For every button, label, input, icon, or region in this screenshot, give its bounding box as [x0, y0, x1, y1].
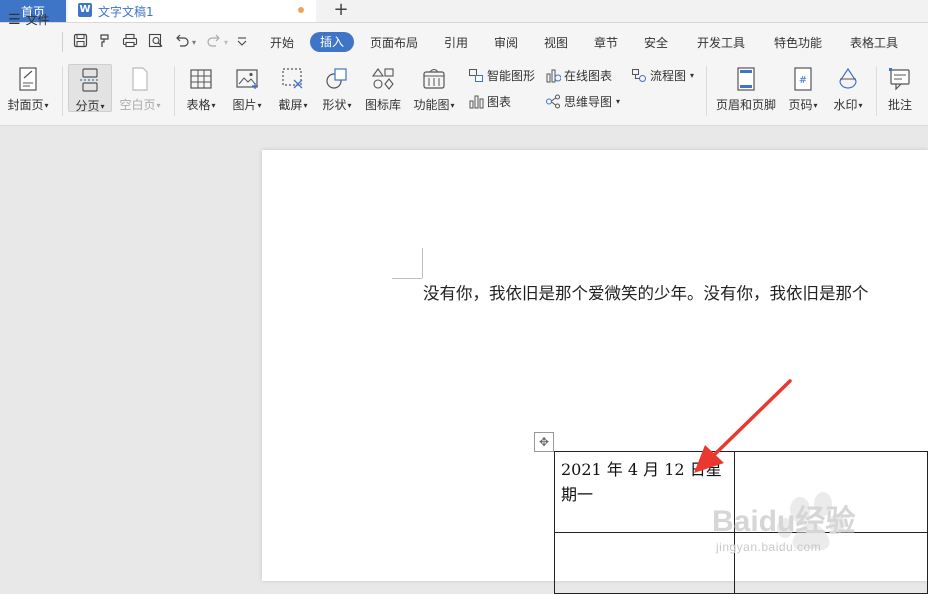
menu-tab-references[interactable]: 引用 [444, 34, 468, 51]
ribbon-separator [62, 66, 63, 116]
writer-doc-icon: W [78, 3, 92, 17]
blank-page-button[interactable]: 空白页▾ [116, 64, 164, 120]
file-menu-label: 文件 [25, 13, 50, 27]
header-footer-label: 页眉和页脚 [715, 98, 776, 112]
icon-library-button[interactable]: 图标库 [362, 64, 404, 120]
divider [62, 32, 63, 52]
header-footer-button[interactable]: 页眉和页脚 [714, 64, 778, 120]
menu-tab-page-layout[interactable]: 页面布局 [370, 34, 418, 51]
menu-tab-security[interactable]: 安全 [644, 34, 668, 51]
page-number-button[interactable]: # 页码▾ [784, 64, 822, 120]
redo-icon[interactable] [206, 33, 222, 49]
screenshot-button[interactable]: 截屏▾ [274, 64, 312, 120]
smartart-icon [469, 69, 483, 82]
table-cell[interactable] [553, 532, 736, 594]
picture-button[interactable]: 图片▾ [228, 64, 266, 120]
icon-library-label: 图标库 [364, 98, 401, 112]
page-number-icon: # [794, 67, 812, 91]
page-number-label: 页码 [788, 98, 813, 112]
menu-tab-chapter[interactable]: 章节 [594, 34, 618, 51]
watermark-brand: Baidu经验 [712, 505, 856, 538]
file-menu-button[interactable]: ☰ 文件 [8, 11, 50, 28]
comment-label: 批注 [887, 98, 912, 112]
blank-page-icon [132, 67, 148, 91]
undo-icon[interactable] [174, 33, 190, 49]
customize-toolbar-icon[interactable] [234, 33, 250, 49]
annotation-arrow [694, 379, 792, 473]
undo-dropdown-icon[interactable]: ▾ [192, 38, 196, 47]
screenshot-label: 截屏 [278, 98, 303, 112]
shape-button[interactable]: 形状▾ [318, 64, 356, 120]
function-chart-icon [423, 69, 445, 89]
flowchart-button[interactable]: 流程图 ▾ [631, 67, 694, 84]
ribbon-separator [876, 66, 877, 116]
menu-tab-insert[interactable]: 插入 [310, 32, 354, 52]
menu-tab-developer[interactable]: 开发工具 [697, 34, 745, 51]
table-label: 表格 [186, 98, 211, 112]
icon-library-icon [371, 68, 394, 90]
page-break-button[interactable]: 分页▾ [68, 64, 112, 113]
comment-icon [889, 68, 910, 91]
chart-label: 图表 [487, 95, 512, 109]
format-painter-icon[interactable] [96, 33, 112, 49]
function-chart-label: 功能图 [413, 98, 450, 112]
smartart-button[interactable]: 智能图形 [468, 67, 535, 84]
table-button[interactable]: 表格▾ [182, 64, 220, 120]
picture-label: 图片 [232, 98, 257, 112]
page-break-label: 分页 [75, 99, 100, 113]
online-chart-icon [546, 69, 561, 83]
flowchart-label: 流程图 [650, 69, 687, 83]
chart-button[interactable]: 图表 [468, 93, 511, 110]
watermark-button[interactable]: 水印▾ [829, 64, 867, 120]
redo-dropdown-icon[interactable]: ▾ [224, 38, 228, 47]
function-chart-button[interactable]: 功能图▾ [410, 64, 458, 120]
unsaved-dot-icon [298, 7, 304, 13]
online-chart-label: 在线图表 [564, 69, 613, 83]
svg-text:#: # [799, 75, 807, 86]
menu-tab-view[interactable]: 视图 [544, 34, 568, 51]
margin-mark [392, 278, 422, 279]
cover-page-button[interactable]: 封面页▾ [4, 64, 52, 120]
tab-document[interactable]: W 文字文稿1 [68, 0, 316, 22]
online-chart-button[interactable]: 在线图表 [545, 67, 612, 84]
document-tab-title: 文字文稿1 [98, 5, 154, 19]
comment-button[interactable]: 批注 [884, 64, 916, 120]
margin-mark [422, 248, 423, 278]
screenshot-icon [282, 68, 303, 89]
mindmap-button[interactable]: 思维导图 ▾ [545, 93, 620, 110]
watermark-icon [839, 67, 857, 89]
watermark-url: jingyan.baidu.com [716, 540, 822, 554]
print-icon[interactable] [122, 33, 138, 49]
blank-page-label: 空白页 [119, 98, 156, 112]
page-break-icon [80, 68, 100, 92]
header-footer-icon [737, 67, 755, 91]
table-icon [190, 69, 212, 89]
ribbon-separator [174, 66, 175, 116]
print-preview-icon[interactable] [148, 33, 164, 49]
menu-tab-special[interactable]: 特色功能 [774, 34, 822, 51]
body-paragraph[interactable]: 没有你，我依旧是那个爱微笑的少年。没有你，我依旧是那个 [423, 280, 869, 304]
mindmap-icon [546, 94, 560, 109]
table-move-handle-icon[interactable]: ✥ [534, 432, 554, 452]
watermark-label: 水印 [833, 98, 858, 112]
chart-icon [469, 95, 484, 109]
cover-page-label: 封面页 [7, 98, 44, 112]
mindmap-label: 思维导图 [564, 95, 613, 109]
hamburger-icon: ☰ [8, 11, 21, 28]
menu-tab-review[interactable]: 审阅 [494, 34, 518, 51]
flowchart-icon [632, 69, 646, 82]
menu-tab-table-tools[interactable]: 表格工具 [850, 34, 898, 51]
menu-tab-start[interactable]: 开始 [270, 34, 294, 51]
new-tab-button[interactable]: + [330, 0, 352, 22]
shape-icon [326, 68, 347, 89]
ribbon-separator [706, 66, 707, 116]
cover-page-icon [19, 67, 37, 91]
smartart-label: 智能图形 [487, 69, 536, 83]
picture-icon [236, 69, 258, 89]
save-icon[interactable] [72, 33, 88, 49]
shape-label: 形状 [322, 98, 347, 112]
